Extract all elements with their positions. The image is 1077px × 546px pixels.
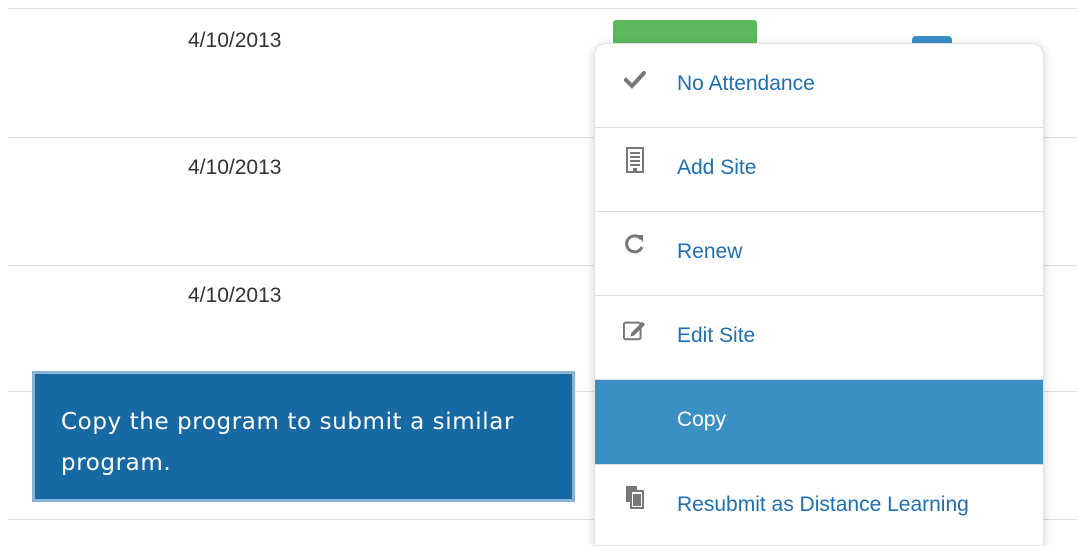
page: 4/10/2013 4/10/2013 4/10/2013 Copy the p… (0, 0, 1077, 546)
menu-item-label: Add Site (677, 156, 757, 179)
menu-item-label: Copy (677, 408, 727, 431)
menu-item-no-attendance[interactable]: No Attendance (595, 44, 1043, 128)
copy-tooltip: Copy the program to submit a similar pro… (32, 371, 575, 502)
menu-item-edit-site[interactable]: Edit Site (595, 296, 1043, 380)
row-date: 4/10/2013 (188, 156, 282, 179)
actions-menu: No Attendance Add Site Renew Edit Site C… (594, 43, 1044, 546)
menu-item-label: Resubmit as Distance Learning (677, 493, 969, 516)
edit-icon (623, 318, 647, 342)
menu-item-label: Renew (677, 240, 743, 263)
menu-item-resubmit-distance-learning[interactable]: Resubmit as Distance Learning (595, 465, 1043, 545)
documents-icon (623, 485, 647, 509)
refresh-icon (623, 232, 647, 256)
row-date: 4/10/2013 (188, 284, 282, 307)
tooltip-text: Copy the program to submit a similar pro… (61, 409, 514, 476)
menu-item-renew[interactable]: Renew (595, 212, 1043, 296)
menu-item-copy[interactable]: Copy (595, 380, 1043, 465)
menu-item-label: No Attendance (677, 72, 815, 95)
row-date: 4/10/2013 (188, 29, 282, 52)
menu-item-add-site[interactable]: Add Site (595, 128, 1043, 212)
building-icon (623, 147, 647, 173)
copy-icon (623, 404, 647, 428)
check-icon (623, 68, 647, 92)
menu-item-label: Edit Site (677, 324, 756, 347)
